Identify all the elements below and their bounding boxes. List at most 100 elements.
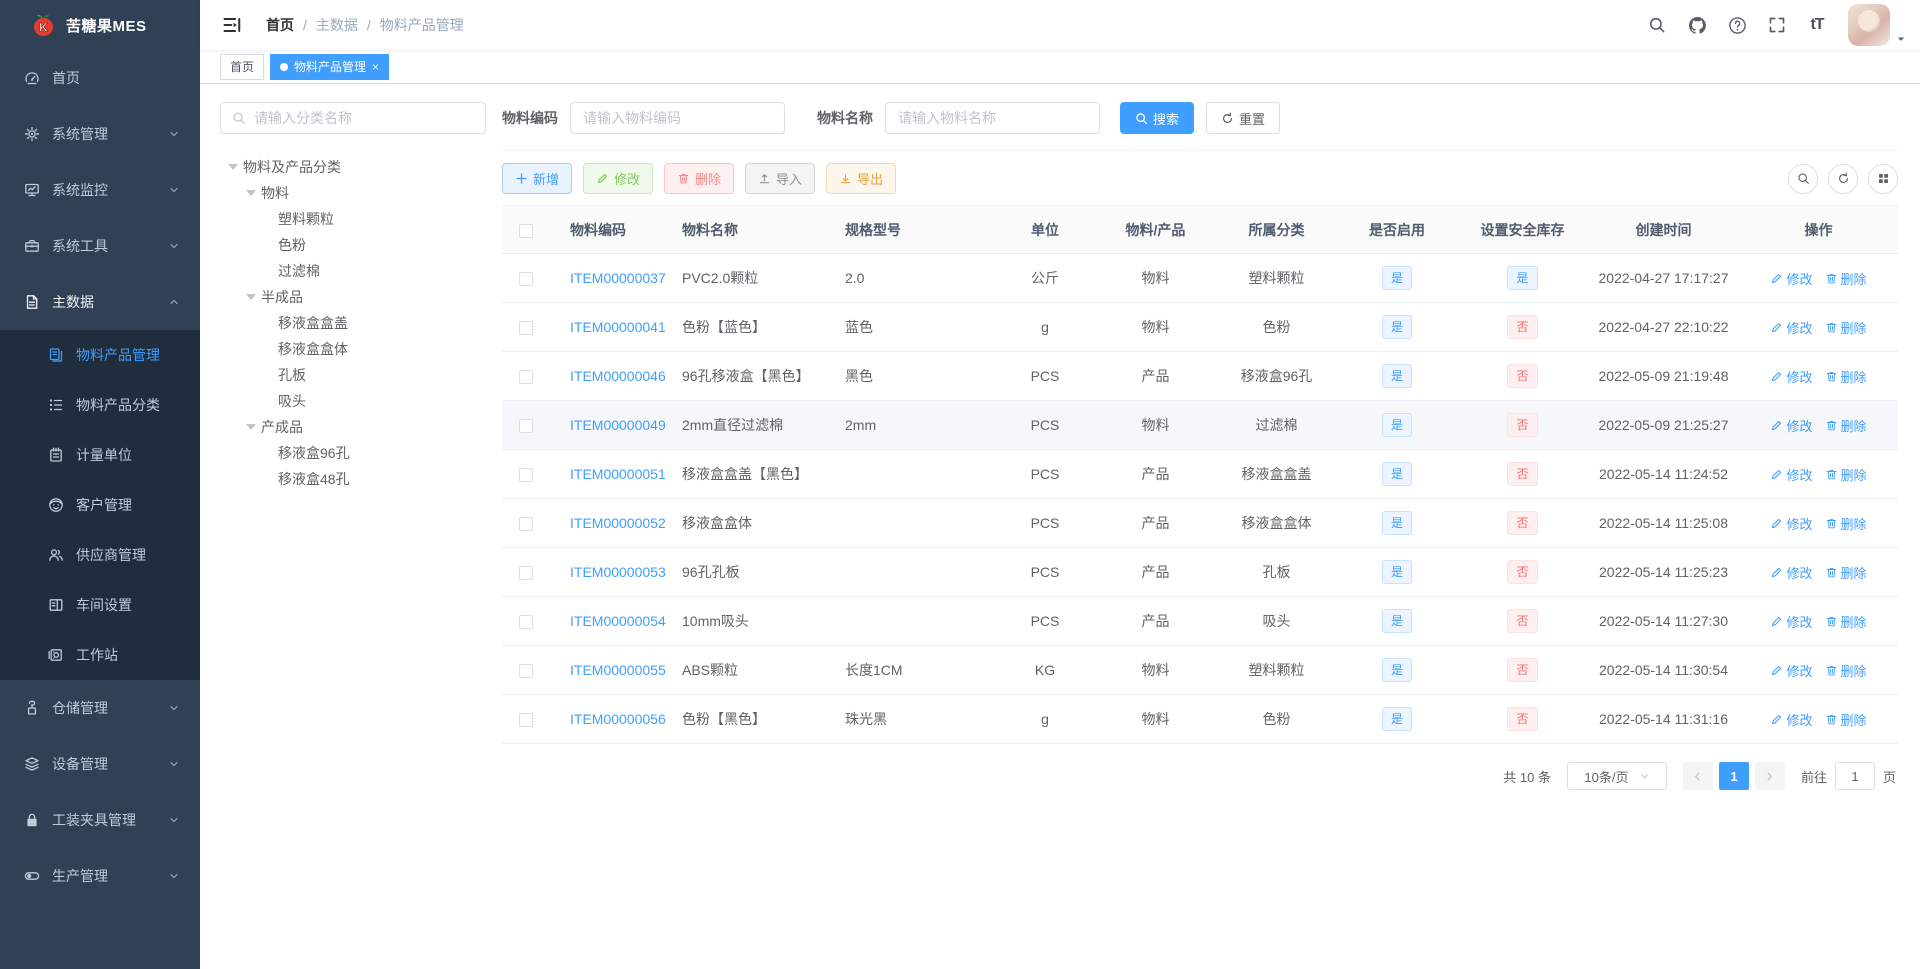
font-size-icon[interactable]: tT bbox=[1802, 8, 1832, 42]
page-size-select[interactable]: 10条/页 bbox=[1566, 762, 1667, 790]
enabled-badge[interactable]: 是 bbox=[1381, 315, 1412, 339]
tree-node[interactable]: 产成品 bbox=[220, 414, 486, 440]
row-edit-link[interactable]: 修改 bbox=[1770, 514, 1813, 533]
sidebar-item-tooling-fixture-management[interactable]: 工装夹具管理 bbox=[0, 792, 200, 848]
sidebar-item-equipment-management[interactable]: 设备管理 bbox=[0, 736, 200, 792]
safety-stock-badge[interactable]: 否 bbox=[1507, 560, 1538, 584]
reset-button[interactable]: 重置 bbox=[1206, 102, 1281, 134]
page-number-button[interactable]: 1 bbox=[1718, 762, 1749, 790]
sidebar-item-measure-unit[interactable]: 计量单位 bbox=[0, 430, 200, 480]
select-all-checkbox[interactable] bbox=[519, 223, 533, 238]
material-code-link[interactable]: ITEM00000049 bbox=[570, 417, 666, 433]
search-icon[interactable] bbox=[1642, 8, 1672, 42]
row-edit-link[interactable]: 修改 bbox=[1770, 318, 1813, 337]
row-checkbox[interactable] bbox=[519, 713, 533, 728]
row-checkbox[interactable] bbox=[519, 321, 533, 336]
row-checkbox[interactable] bbox=[519, 615, 533, 630]
goto-page-input[interactable] bbox=[1834, 762, 1875, 790]
tree-node[interactable]: 孔板 bbox=[220, 362, 486, 388]
row-delete-link[interactable]: 删除 bbox=[1825, 661, 1867, 680]
enabled-badge[interactable]: 是 bbox=[1381, 560, 1412, 584]
row-checkbox[interactable] bbox=[519, 370, 533, 385]
enabled-badge[interactable]: 是 bbox=[1381, 266, 1412, 290]
sidebar-item-system-tools[interactable]: 系统工具 bbox=[0, 218, 200, 274]
edit-button[interactable]: 修改 bbox=[583, 163, 654, 194]
material-code-link[interactable]: ITEM00000053 bbox=[570, 564, 666, 580]
row-edit-link[interactable]: 修改 bbox=[1770, 710, 1813, 729]
enabled-badge[interactable]: 是 bbox=[1381, 707, 1412, 731]
column-settings-icon[interactable] bbox=[1868, 163, 1898, 194]
material-code-link[interactable]: ITEM00000056 bbox=[570, 711, 666, 727]
row-checkbox[interactable] bbox=[519, 419, 533, 434]
sidebar-item-system-monitor[interactable]: 系统监控 bbox=[0, 162, 200, 218]
row-edit-link[interactable]: 修改 bbox=[1770, 612, 1813, 631]
row-edit-link[interactable]: 修改 bbox=[1770, 563, 1813, 582]
safety-stock-badge[interactable]: 否 bbox=[1507, 413, 1538, 437]
material-code-link[interactable]: ITEM00000046 bbox=[570, 368, 666, 384]
tree-node[interactable]: 物料及产品分类 bbox=[220, 154, 486, 180]
sidebar-item-master-data[interactable]: 主数据 bbox=[0, 274, 200, 330]
show-search-toggle-icon[interactable] bbox=[1788, 163, 1818, 194]
import-button[interactable]: 导入 bbox=[745, 163, 816, 194]
sidebar-item-workshop-settings[interactable]: 车间设置 bbox=[0, 580, 200, 630]
tree-expand-icon[interactable] bbox=[228, 164, 238, 175]
material-code-link[interactable]: ITEM00000055 bbox=[570, 662, 666, 678]
github-icon[interactable] bbox=[1682, 8, 1712, 42]
tree-node[interactable]: 移液盒盒盖 bbox=[220, 310, 486, 336]
tree-node[interactable]: 吸头 bbox=[220, 388, 486, 414]
refresh-table-icon[interactable] bbox=[1828, 163, 1858, 194]
enabled-badge[interactable]: 是 bbox=[1381, 364, 1412, 388]
help-icon[interactable] bbox=[1722, 8, 1752, 42]
export-button[interactable]: 导出 bbox=[826, 163, 897, 194]
sidebar-item-warehouse-management[interactable]: 仓储管理 bbox=[0, 680, 200, 736]
fullscreen-icon[interactable] bbox=[1762, 8, 1792, 42]
row-delete-link[interactable]: 删除 bbox=[1825, 612, 1867, 631]
row-delete-link[interactable]: 删除 bbox=[1825, 710, 1867, 729]
row-delete-link[interactable]: 删除 bbox=[1825, 269, 1867, 288]
user-menu[interactable] bbox=[1848, 4, 1906, 46]
row-checkbox[interactable] bbox=[519, 664, 533, 679]
material-code-link[interactable]: ITEM00000052 bbox=[570, 515, 666, 531]
row-checkbox[interactable] bbox=[519, 468, 533, 483]
safety-stock-badge[interactable]: 否 bbox=[1507, 658, 1538, 682]
material-code-link[interactable]: ITEM00000041 bbox=[570, 319, 666, 335]
tree-node[interactable]: 移液盒96孔 bbox=[220, 440, 486, 466]
safety-stock-badge[interactable]: 否 bbox=[1507, 511, 1538, 535]
sidebar-item-workstation[interactable]: 工作站 bbox=[0, 630, 200, 680]
row-edit-link[interactable]: 修改 bbox=[1770, 661, 1813, 680]
tree-expand-icon[interactable] bbox=[246, 424, 256, 435]
safety-stock-badge[interactable]: 否 bbox=[1507, 707, 1538, 731]
material-code-link[interactable]: ITEM00000051 bbox=[570, 466, 666, 482]
row-delete-link[interactable]: 删除 bbox=[1825, 416, 1867, 435]
delete-button[interactable]: 删除 bbox=[664, 163, 735, 194]
safety-stock-badge[interactable]: 否 bbox=[1507, 364, 1538, 388]
prev-page-button[interactable] bbox=[1682, 762, 1713, 790]
row-edit-link[interactable]: 修改 bbox=[1770, 416, 1813, 435]
sidebar-item-material-product-category[interactable]: 物料产品分类 bbox=[0, 380, 200, 430]
enabled-badge[interactable]: 是 bbox=[1381, 413, 1412, 437]
enabled-badge[interactable]: 是 bbox=[1381, 511, 1412, 535]
row-checkbox[interactable] bbox=[519, 517, 533, 532]
tree-node[interactable]: 移液盒盒体 bbox=[220, 336, 486, 362]
tree-node[interactable]: 色粉 bbox=[220, 232, 486, 258]
sidebar-item-home[interactable]: 首页 bbox=[0, 50, 200, 106]
enabled-badge[interactable]: 是 bbox=[1381, 658, 1412, 682]
sidebar-item-production-management[interactable]: 生产管理 bbox=[0, 848, 200, 904]
tree-node[interactable]: 过滤棉 bbox=[220, 258, 486, 284]
safety-stock-badge[interactable]: 是 bbox=[1507, 266, 1538, 290]
sidebar-item-material-product-management[interactable]: 物料产品管理 bbox=[0, 330, 200, 380]
material-code-input[interactable] bbox=[570, 102, 785, 134]
enabled-badge[interactable]: 是 bbox=[1381, 462, 1412, 486]
tree-node[interactable]: 物料 bbox=[220, 180, 486, 206]
close-icon[interactable]: × bbox=[372, 61, 379, 73]
safety-stock-badge[interactable]: 否 bbox=[1507, 609, 1538, 633]
safety-stock-badge[interactable]: 否 bbox=[1507, 462, 1538, 486]
row-delete-link[interactable]: 删除 bbox=[1825, 465, 1867, 484]
row-delete-link[interactable]: 删除 bbox=[1825, 318, 1867, 337]
breadcrumb-home[interactable]: 首页 bbox=[266, 15, 294, 35]
material-code-link[interactable]: ITEM00000037 bbox=[570, 270, 666, 286]
sidebar-item-customer-management[interactable]: 客户管理 bbox=[0, 480, 200, 530]
row-edit-link[interactable]: 修改 bbox=[1770, 367, 1813, 386]
add-button[interactable]: 新增 bbox=[502, 163, 573, 194]
tree-node[interactable]: 塑料颗粒 bbox=[220, 206, 486, 232]
